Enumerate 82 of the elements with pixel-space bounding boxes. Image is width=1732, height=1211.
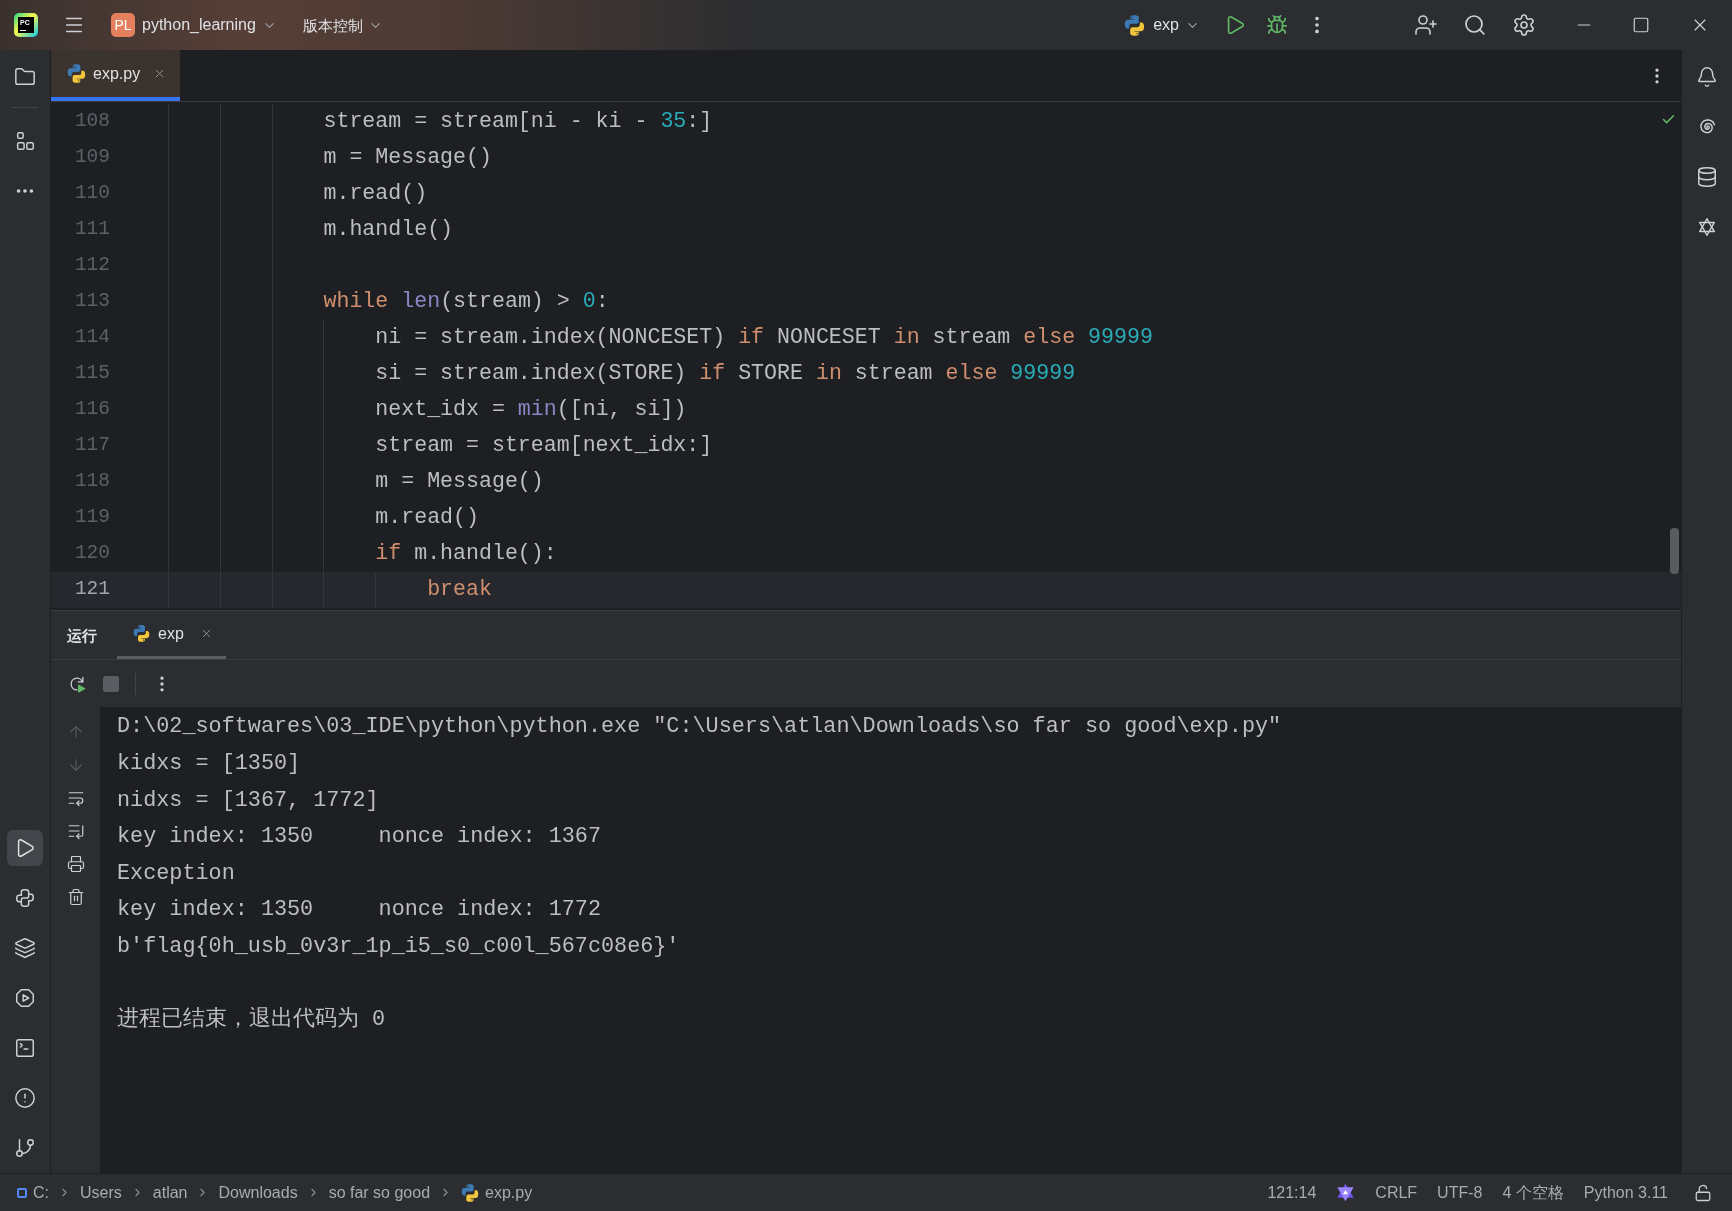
hexagram-icon[interactable] — [1696, 216, 1718, 238]
run-icon[interactable] — [7, 830, 43, 866]
code-line: m.read() — [375, 507, 479, 529]
python-icon — [67, 64, 86, 83]
code-line: next_idx = min([ni, si]) — [375, 399, 687, 421]
wrap-icon[interactable] — [66, 789, 85, 807]
trash-icon[interactable] — [66, 888, 85, 906]
cursor-position[interactable]: 121:14 — [1267, 1184, 1317, 1201]
line-number: 108 — [74, 112, 110, 132]
code-line: break — [427, 579, 492, 601]
line-number: 121 — [74, 580, 110, 600]
run-tab[interactable]: exp — [117, 611, 226, 659]
line-number: 115 — [74, 364, 110, 384]
line-number: 119 — [74, 508, 110, 528]
console-line: kidxs = [1350] — [117, 753, 301, 775]
line-number: 112 — [74, 256, 110, 276]
code-line: while len(stream) > 0: — [323, 291, 609, 313]
code-line: stream = stream[ni - ki - 35:] — [323, 111, 713, 133]
layers-icon[interactable] — [14, 937, 36, 959]
code-line: m.handle() — [323, 219, 454, 241]
branch-icon[interactable] — [14, 1137, 36, 1159]
lock-icon[interactable] — [1694, 1183, 1712, 1202]
printer-icon[interactable] — [66, 855, 85, 873]
line-number: 113 — [74, 292, 110, 312]
add-user-icon[interactable] — [1414, 13, 1438, 37]
database-icon[interactable] — [1696, 166, 1718, 188]
interpreter[interactable]: Python 3.11 — [1583, 1184, 1668, 1201]
console-line: key index: 1350 nonce index: 1772 — [117, 899, 601, 922]
line-separator[interactable]: CRLF — [1375, 1184, 1418, 1201]
python-console-icon[interactable] — [14, 887, 36, 909]
structure-icon[interactable] — [14, 130, 36, 152]
alert-icon[interactable] — [14, 1087, 36, 1109]
services-icon[interactable] — [14, 987, 36, 1009]
code-line: ni = stream.index(NONCESET) if NONCESET in stream else 99999 — [375, 327, 1153, 349]
line-number: 117 — [74, 436, 110, 456]
search-icon[interactable] — [1463, 13, 1487, 37]
line-number: 120 — [74, 544, 110, 564]
line-number: 118 — [74, 472, 110, 492]
code-line: m.read() — [323, 183, 428, 205]
line-number: 116 — [74, 400, 110, 420]
run-panel-title: 运行 — [67, 627, 97, 643]
code-line: stream = stream[next_idx:] — [375, 435, 713, 457]
project-badge: PL — [111, 13, 135, 37]
console-line: nidxs = [1367, 1772] — [117, 789, 379, 812]
indent-setting[interactable]: 4 个空格 — [1502, 1184, 1564, 1201]
breadcrumb-item[interactable]: atlan — [152, 1184, 188, 1201]
terminal-icon[interactable] — [14, 1037, 36, 1059]
code-line: m = Message() — [375, 471, 544, 493]
editor-tab[interactable]: exp.py — [51, 50, 181, 101]
debug-icon[interactable] — [1266, 14, 1288, 36]
python-icon — [1124, 14, 1146, 36]
scrollbar-thumb[interactable] — [1670, 528, 1679, 574]
run-config-name[interactable]: exp — [1153, 17, 1179, 33]
code-line: si = stream.index(STORE) if STORE in stream else 99999 — [375, 363, 1076, 385]
breadcrumb-item[interactable]: Users — [80, 1184, 122, 1201]
breadcrumb-item[interactable]: Downloads — [218, 1184, 298, 1201]
console-line: b'flag{0h_usb_0v3r_1p_i5_s0_c00l_567c08e6}' — [117, 935, 680, 958]
python-icon — [461, 1183, 480, 1202]
line-number: 114 — [74, 328, 110, 348]
hexagram-icon[interactable] — [1336, 1183, 1356, 1202]
console-line: 进程已结束，退出代码为 0 — [117, 1009, 386, 1031]
file-encoding[interactable]: UTF-8 — [1437, 1184, 1483, 1201]
line-number: 109 — [74, 148, 110, 168]
line-number: 111 — [74, 220, 110, 240]
bell-icon[interactable] — [1696, 66, 1718, 88]
breadcrumb-item[interactable]: exp.py — [485, 1184, 533, 1201]
folder-icon[interactable] — [14, 66, 36, 88]
vcs-menu-label[interactable]: 版本控制 — [302, 17, 363, 33]
line-number: 110 — [74, 184, 110, 204]
settings-icon[interactable] — [1512, 13, 1536, 37]
breadcrumb-item[interactable]: so far so good — [328, 1184, 431, 1201]
maximize-icon[interactable] — [1632, 16, 1650, 34]
python-icon — [133, 625, 150, 642]
scroll-to-end-icon[interactable] — [66, 822, 85, 840]
drive-icon — [17, 1187, 27, 1198]
console-line: key index: 1350 nonce index: 1367 — [117, 826, 601, 848]
code-line: m = Message() — [323, 147, 492, 169]
console-line: Exception — [117, 862, 235, 885]
breadcrumb-item[interactable]: C: — [33, 1184, 49, 1201]
console-line: D:\02_softwares\03_IDE\python\python.exe "C:\Users\atlan\Downloads\so far so good\exp.py" — [117, 716, 1282, 739]
project-name[interactable]: python_learning — [142, 17, 256, 33]
code-line: if m.handle(): — [375, 543, 557, 565]
